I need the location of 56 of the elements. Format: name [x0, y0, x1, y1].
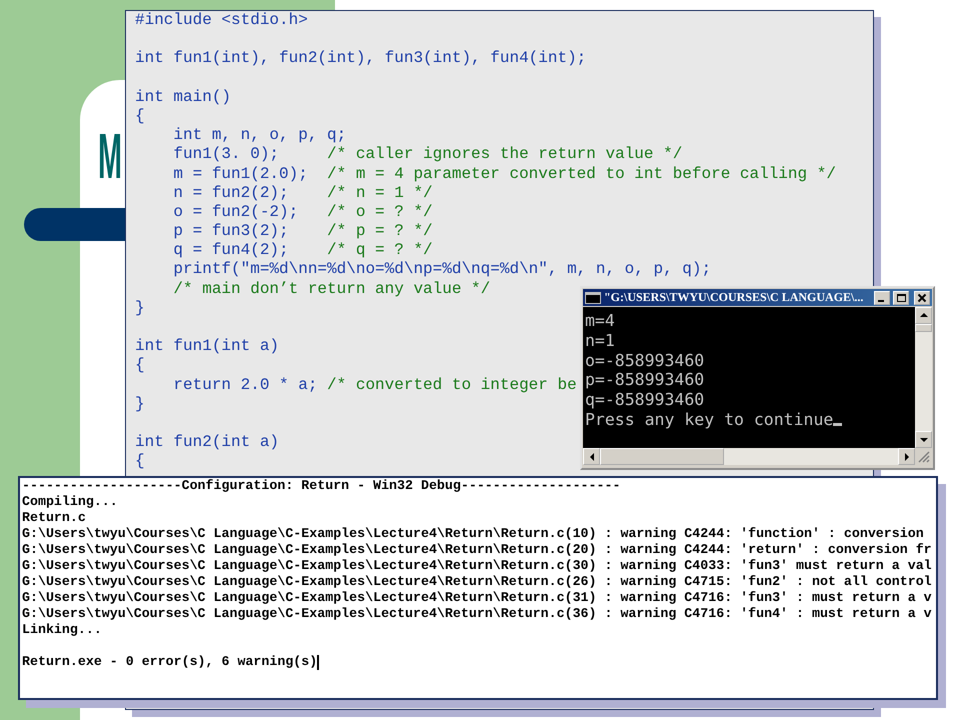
code-line: return 2.0 * a; /* converted to integer be: [172, 376, 577, 395]
horizontal-scrollbar[interactable]: [583, 448, 915, 465]
maximize-button[interactable]: [893, 290, 909, 304]
console-text: Press any key to continue: [585, 410, 834, 430]
code-line: int fun1(int a): [135, 337, 280, 356]
output-line: G:\Users\twyu\Courses\C Language\C-Examples\Lecture4\Return\Return.c(26) : warning C4715: 'fun2' : not all control: [22, 574, 932, 590]
scrollbar-thumb[interactable]: [600, 448, 724, 465]
window-title: "G:\USERS\TWYU\COURSES\C LANGUAGE\...: [604, 290, 864, 305]
code-line: }: [135, 298, 145, 318]
scrollbar-thumb[interactable]: [915, 324, 932, 332]
code-line: n = fun2(2); /* n = 1 */: [172, 184, 433, 203]
scroll-up-button[interactable]: [915, 307, 932, 324]
console-icon: [585, 292, 601, 304]
scroll-left-button[interactable]: [583, 448, 600, 465]
code-line: int m, n, o, p, q;: [172, 126, 346, 146]
text-cursor: [833, 422, 842, 426]
code-line: #include <stdio.h>: [135, 11, 308, 30]
output-line: Return.c: [22, 510, 86, 526]
code-line: {: [135, 106, 145, 126]
console-text: p=-858993460: [585, 370, 704, 390]
code-line: int main(): [135, 88, 232, 107]
code-line: int fun2(int a): [135, 433, 280, 452]
code-line: o = fun2(-2); /* o = ? */: [172, 202, 433, 222]
console-text: m=4: [585, 311, 615, 331]
output-line: Compiling...: [22, 494, 118, 510]
code-line: int fun1(int), fun2(int), fun3(int), fun4(int);: [135, 49, 586, 69]
console-text: q=-858993460: [585, 390, 704, 410]
minimize-button[interactable]: [874, 290, 890, 304]
output-line: Linking...: [22, 622, 102, 638]
code-line: m = fun1(2.0); /* m = 4 parameter converted to int before calling */: [172, 164, 836, 184]
code-line: {: [135, 356, 145, 376]
slide-title: M: [98, 119, 122, 194]
scroll-right-button[interactable]: [898, 448, 915, 465]
text-cursor: [317, 654, 320, 670]
maximize-icon: [896, 292, 906, 302]
output-line: G:\Users\twyu\Courses\C Language\C-Examples\Lecture4\Return\Return.c(30) : warning C4033: 'fun3' must return a val: [22, 558, 932, 574]
code-line: }: [135, 394, 145, 414]
output-line: G:\Users\twyu\Courses\C Language\C-Examples\Lecture4\Return\Return.c(36) : warning C4716: 'fun4' : must return a v: [22, 606, 932, 622]
code-line: q = fun4(2); /* q = ? */: [172, 241, 433, 260]
code-line: fun1(3. 0); /* caller ignores the return value */: [172, 145, 682, 164]
vertical-scrollbar[interactable]: [915, 307, 932, 448]
code-line: p = fun3(2); /* p = ? */: [172, 222, 433, 242]
minimize-icon: [878, 300, 884, 302]
scroll-down-button[interactable]: [915, 431, 932, 448]
output-line: --------------------Configuration: Return - Win32 Debug--------------------: [22, 478, 620, 494]
console-text: n=1: [585, 330, 615, 351]
output-line: Return.exe - 0 error(s), 6 warning(s): [22, 654, 318, 670]
code-line: printf("m=%d\nn=%d\no=%d\np=%d\nq=%d\n", m, n, o, p, q);: [172, 260, 712, 280]
close-icon: [917, 292, 927, 302]
output-line: G:\Users\twyu\Courses\C Language\C-Examples\Lecture4\Return\Return.c(10) : warning C4244: 'function' : conversion: [22, 526, 924, 542]
code-line: /* main don’t return any value */: [172, 280, 490, 299]
close-button[interactable]: [914, 290, 930, 304]
code-line: {: [135, 452, 145, 472]
output-line: G:\Users\twyu\Courses\C Language\C-Examples\Lecture4\Return\Return.c(31) : warning C4716: 'fun3' : must return a v: [22, 590, 932, 606]
output-line: G:\Users\twyu\Courses\C Language\C-Examples\Lecture4\Return\Return.c(20) : warning C4244: 'return' : conversion fr: [22, 542, 932, 558]
console-text: o=-858993460: [585, 350, 704, 370]
